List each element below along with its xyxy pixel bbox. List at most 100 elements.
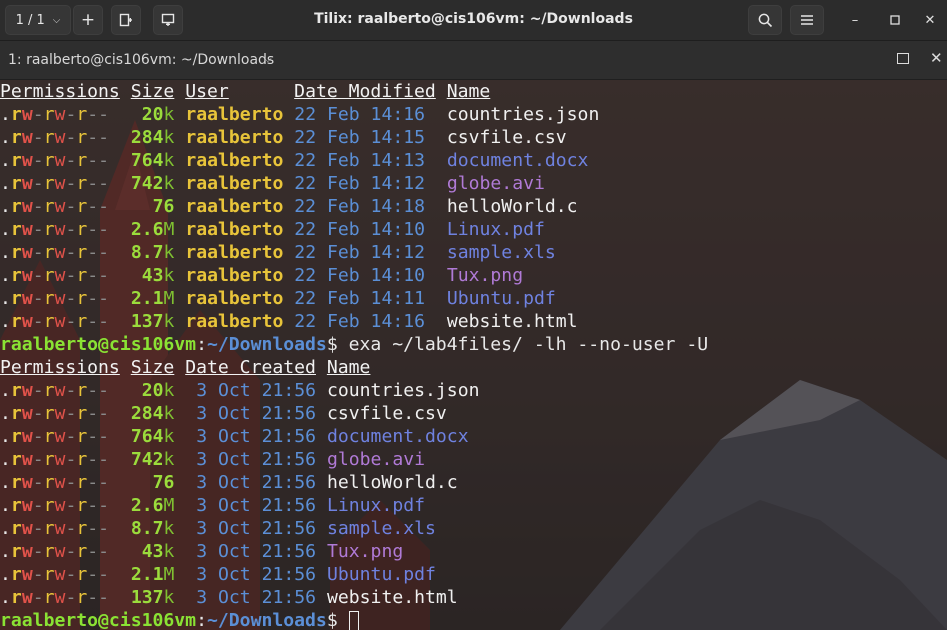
file-name: Tux.png <box>326 541 404 562</box>
column-header-date-created: Date Created <box>185 357 316 378</box>
search-button[interactable] <box>748 5 782 35</box>
perm-group-write: w <box>54 587 66 608</box>
maximize-button[interactable] <box>883 8 907 32</box>
perm-other-rest: -- <box>87 380 110 401</box>
file-owner: raalberto <box>185 150 284 171</box>
perm-type: . <box>0 380 11 401</box>
file-name: csvfile.csv <box>326 403 447 424</box>
perm-group-exec: - <box>65 242 77 263</box>
maximize-terminal-icon[interactable] <box>897 53 909 64</box>
perm-other-rest: -- <box>87 127 110 148</box>
file-size-unit: k <box>163 242 175 263</box>
perm-other-read: r <box>76 196 88 217</box>
title-bar: 1 / 1 ⌵ + Tilix: raalberto@cis106vm: ~/D… <box>0 0 947 41</box>
column-header-size: Size <box>130 357 175 378</box>
file-date: 22 Feb 14:10 <box>294 219 426 240</box>
perm-group-read: r <box>43 426 55 447</box>
perm-other-rest: -- <box>87 587 110 608</box>
menu-button[interactable] <box>790 5 824 35</box>
perm-group-exec: - <box>65 196 77 217</box>
file-size-unit: k <box>163 311 175 332</box>
perm-type: . <box>0 311 11 332</box>
file-size: 20 <box>141 104 164 125</box>
file-row: .rw-rw-r-- 76 3 Oct 21:56 helloWorld.c <box>0 471 458 494</box>
file-size: 137 <box>130 587 164 608</box>
file-owner: raalberto <box>185 265 284 286</box>
perm-type: . <box>0 403 11 424</box>
perm-group-read: r <box>43 104 55 125</box>
file-size: 2.1 <box>130 564 164 585</box>
prompt-user: raalberto@cis106vm <box>0 334 197 355</box>
terminal-title[interactable]: 1: raalberto@cis106vm: ~/Downloads <box>8 52 274 68</box>
perm-user-exec: - <box>32 127 44 148</box>
column-header-permissions: Permissions <box>0 357 120 378</box>
perm-user-write: w <box>21 311 33 332</box>
file-date: 22 Feb 14:11 <box>294 288 426 309</box>
column-header-name: Name <box>326 357 371 378</box>
file-size: 742 <box>130 449 164 470</box>
perm-group-exec: - <box>65 541 77 562</box>
terminal-output[interactable]: Permissions Size User Date Modified Name… <box>0 80 947 630</box>
perm-type: . <box>0 587 11 608</box>
perm-group-read: r <box>43 242 55 263</box>
file-date: 22 Feb 14:10 <box>294 265 426 286</box>
file-owner: raalberto <box>185 196 284 217</box>
text-cursor[interactable] <box>348 611 359 630</box>
perm-group-read: r <box>43 288 55 309</box>
perm-user-write: w <box>21 219 33 240</box>
perm-user-write: w <box>21 380 33 401</box>
terminal-header: 1: raalberto@cis106vm: ~/Downloads ⌵ ✕ <box>0 41 947 80</box>
perm-user-read: r <box>10 242 22 263</box>
search-icon <box>758 13 772 27</box>
file-row: .rw-rw-r-- 20k raalberto 22 Feb 14:16 co… <box>0 103 599 126</box>
perm-user-write: w <box>21 564 33 585</box>
perm-other-rest: -- <box>87 541 110 562</box>
perm-user-exec: - <box>32 150 44 171</box>
perm-group-read: r <box>43 150 55 171</box>
close-button[interactable]: ✕ <box>918 8 942 32</box>
file-row: .rw-rw-r-- 8.7k 3 Oct 21:56 sample.xls <box>0 517 436 540</box>
command-line: raalberto@cis106vm:~/Downloads$ <box>0 609 359 630</box>
perm-other-rest: -- <box>87 173 110 194</box>
perm-group-write: w <box>54 150 66 171</box>
perm-group-write: w <box>54 449 66 470</box>
file-name: countries.json <box>326 380 480 401</box>
file-size: 2.6 <box>130 495 164 516</box>
close-terminal-icon[interactable]: ✕ <box>930 49 943 67</box>
perm-user-write: w <box>21 173 33 194</box>
file-name: helloWorld.c <box>326 472 458 493</box>
file-size-unit: k <box>163 449 175 470</box>
perm-user-write: w <box>21 541 33 562</box>
perm-group-read: r <box>43 449 55 470</box>
command-text: exa ~/lab4files/ -lh --no-user -U <box>337 334 709 355</box>
perm-user-exec: - <box>32 587 44 608</box>
perm-group-read: r <box>43 173 55 194</box>
perm-type: . <box>0 104 11 125</box>
perm-group-exec: - <box>65 403 77 424</box>
file-name: document.docx <box>446 150 589 171</box>
perm-other-read: r <box>76 587 88 608</box>
file-row: .rw-rw-r-- 20k 3 Oct 21:56 countries.jso… <box>0 379 480 402</box>
file-owner: raalberto <box>185 219 284 240</box>
file-size-unit: k <box>163 265 175 286</box>
chevron-down-icon[interactable]: ⌵ <box>264 54 272 65</box>
perm-other-read: r <box>76 265 88 286</box>
perm-type: . <box>0 265 11 286</box>
perm-group-exec: - <box>65 127 77 148</box>
perm-group-write: w <box>54 564 66 585</box>
perm-other-rest: -- <box>87 472 110 493</box>
file-name: Linux.pdf <box>326 495 426 516</box>
minimize-button[interactable]: – <box>843 8 867 32</box>
perm-user-read: r <box>10 311 22 332</box>
perm-user-read: r <box>10 380 22 401</box>
file-date: 3 Oct 21:56 <box>185 426 317 447</box>
perm-user-exec: - <box>32 472 44 493</box>
column-header-name: Name <box>446 81 491 102</box>
perm-group-write: w <box>54 104 66 125</box>
file-date: 3 Oct 21:56 <box>185 495 317 516</box>
file-name: website.html <box>446 311 578 332</box>
file-size-unit: M <box>163 219 175 240</box>
file-row: .rw-rw-r-- 137k raalberto 22 Feb 14:16 w… <box>0 310 578 333</box>
file-row: .rw-rw-r-- 2.1M 3 Oct 21:56 Ubuntu.pdf <box>0 563 436 586</box>
file-size: 8.7 <box>130 518 164 539</box>
